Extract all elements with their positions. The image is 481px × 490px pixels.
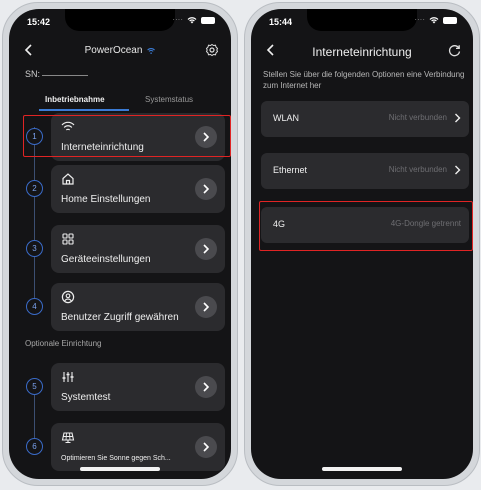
refresh-icon[interactable] — [448, 44, 461, 57]
highlight-box — [23, 115, 231, 157]
notch — [307, 9, 417, 31]
signal-dots-icon: ···· — [414, 15, 425, 24]
step-number-4: 4 — [26, 298, 43, 315]
left-phone-frame: 15:42 ···· PowerOcean SN: Inbetriebnahme… — [2, 2, 238, 486]
active-tab-underline — [39, 109, 129, 111]
step-number-2: 2 — [26, 180, 43, 197]
sn-value-redacted — [42, 74, 89, 76]
chevron-right-icon[interactable] — [195, 296, 217, 318]
step-label: Systemtest — [61, 392, 111, 403]
home-indicator[interactable] — [80, 467, 160, 471]
status-time: 15:42 — [27, 17, 51, 27]
tab-systemstatus[interactable]: Systemstatus — [145, 95, 193, 104]
grid-icon — [62, 233, 74, 245]
step-number-6: 6 — [26, 438, 43, 455]
user-icon — [61, 290, 75, 304]
description-text: Stellen Sie über die folgenden Optionen … — [263, 70, 465, 90]
step-label: Benutzer Zugriff gewähren — [61, 312, 179, 323]
wifi-status-icon — [187, 17, 197, 24]
step-card-geraeteeinstellungen[interactable]: Geräteeinstellungen — [51, 225, 225, 273]
right-screen: 15:44 ···· Interneteinrichtung Stellen S… — [251, 9, 473, 479]
chevron-right-icon[interactable] — [195, 436, 217, 458]
signal-dots-icon: ···· — [172, 15, 183, 24]
chevron-right-icon — [455, 165, 461, 175]
sliders-icon — [62, 372, 74, 382]
chevron-right-icon[interactable] — [195, 376, 217, 398]
wifi-status-icon — [429, 17, 439, 24]
sn-label: SN: — [25, 69, 41, 79]
right-phone-frame: 15:44 ···· Interneteinrichtung Stellen S… — [244, 2, 480, 486]
back-arrow-icon[interactable] — [23, 43, 35, 57]
status-icons: ···· — [414, 16, 457, 24]
status-icons: ···· — [172, 16, 215, 24]
optional-setup-label: Optionale Einrichtung — [25, 339, 102, 348]
serial-number: SN: — [25, 69, 89, 79]
header: Interneteinrichtung — [251, 41, 473, 61]
page-title: PowerOcean — [85, 45, 156, 56]
step-card-home-einstellungen[interactable]: Home Einstellungen — [51, 165, 225, 213]
tab-inbetriebnahme[interactable]: Inbetriebnahme — [45, 95, 105, 104]
notch — [65, 9, 175, 31]
step-label: Geräteeinstellungen — [61, 254, 151, 265]
home-icon — [62, 173, 74, 185]
settings-gear-icon[interactable] — [205, 43, 219, 57]
device-name: PowerOcean — [84, 45, 143, 56]
highlight-box — [259, 201, 473, 251]
chevron-right-icon[interactable] — [195, 178, 217, 200]
step-number-5: 5 — [26, 378, 43, 395]
tab-bar: Inbetriebnahme Systemstatus — [9, 93, 231, 113]
chevron-right-icon[interactable] — [195, 238, 217, 260]
back-arrow-icon[interactable] — [265, 43, 277, 57]
option-wlan[interactable]: WLAN Nicht verbunden — [261, 101, 469, 137]
header: PowerOcean — [9, 41, 231, 61]
chevron-right-icon — [455, 113, 461, 123]
option-ethernet[interactable]: Ethernet Nicht verbunden — [261, 153, 469, 189]
option-label: Ethernet — [273, 165, 308, 175]
battery-icon — [443, 16, 457, 24]
left-screen: 15:42 ···· PowerOcean SN: Inbetriebnahme… — [9, 9, 231, 479]
battery-icon — [201, 16, 215, 24]
step-card-optimieren[interactable]: Optimieren Sie Sonne gegen Sch... — [51, 423, 225, 471]
step-card-systemtest[interactable]: Systemtest — [51, 363, 225, 411]
page-title: Interneteinrichtung — [312, 45, 412, 59]
wifi-connected-icon — [147, 48, 155, 54]
step-card-benutzer-zugriff[interactable]: Benutzer Zugriff gewähren — [51, 283, 225, 331]
option-status: Nicht verbunden — [388, 165, 447, 174]
step-label: Optimieren Sie Sonne gegen Sch... — [61, 455, 171, 462]
option-label: WLAN — [273, 113, 300, 123]
solar-panel-icon — [61, 432, 75, 444]
option-status: Nicht verbunden — [388, 113, 447, 122]
status-time: 15:44 — [269, 17, 293, 27]
step-number-3: 3 — [26, 240, 43, 257]
home-indicator[interactable] — [322, 467, 402, 471]
step-label: Home Einstellungen — [61, 194, 151, 205]
